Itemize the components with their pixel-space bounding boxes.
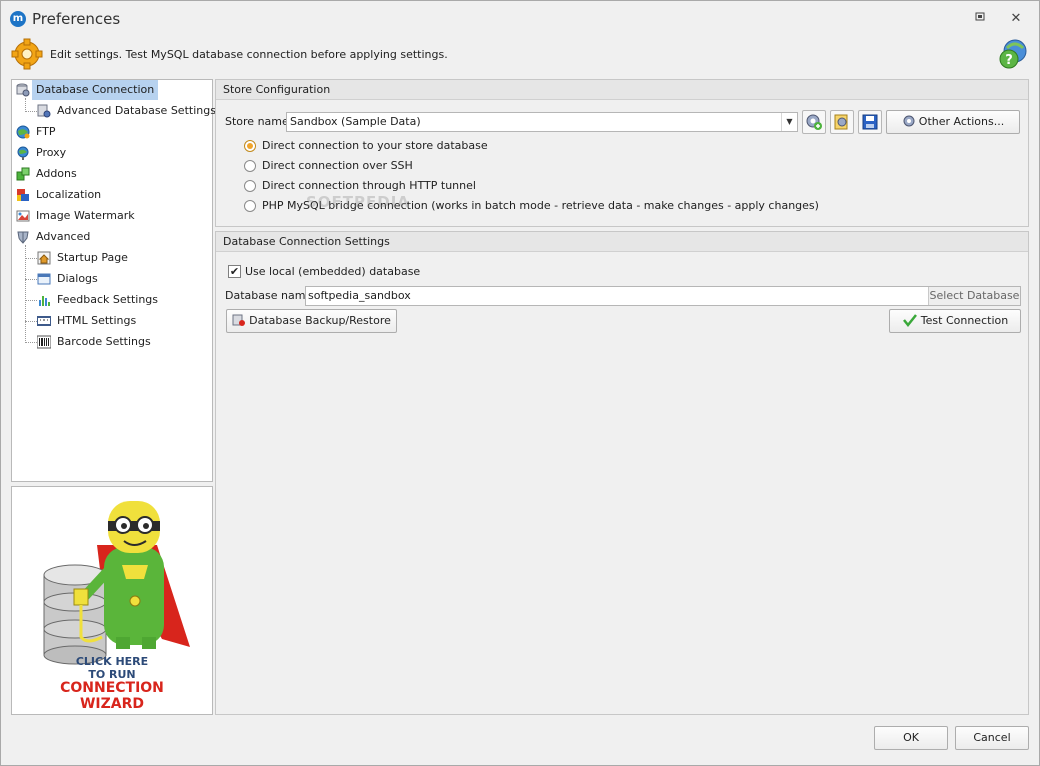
cancel-button[interactable]: Cancel xyxy=(955,726,1029,750)
wizard-text-line4: WIZARD xyxy=(79,696,145,712)
dialog-window-icon xyxy=(37,273,51,285)
help-icon[interactable]: ? xyxy=(997,38,1029,70)
sidebar-item-label: Image Watermark xyxy=(36,209,135,222)
tree-guide xyxy=(25,279,37,280)
sidebar-item-label: Proxy xyxy=(36,146,67,159)
save-store-button[interactable] xyxy=(858,110,882,134)
html-icon xyxy=(37,316,51,326)
radio-direct-ssh[interactable] xyxy=(244,160,256,172)
db-name-input[interactable]: softpedia_sandbox Select Database xyxy=(305,286,1021,306)
shield-icon xyxy=(17,231,29,244)
save-icon xyxy=(862,114,878,130)
ok-button[interactable]: OK xyxy=(874,726,948,750)
database-gear-icon xyxy=(16,83,30,97)
store-configuration-title: Store Configuration xyxy=(216,80,1028,100)
sidebar-item-label: Barcode Settings xyxy=(57,335,151,348)
tree-guide xyxy=(25,111,37,112)
app-logo-icon: m xyxy=(10,11,26,27)
select-database-button[interactable]: Select Database xyxy=(928,287,1020,305)
home-icon xyxy=(37,251,51,265)
add-gear-icon xyxy=(806,114,822,130)
connection-wizard-banner[interactable]: CLICK HERE TO RUN CONNECTION WIZARD xyxy=(11,486,213,715)
tree-guide xyxy=(25,300,37,301)
sidebar-item-label: Database Connection xyxy=(32,80,159,100)
globe-icon xyxy=(16,125,30,139)
chevron-down-icon[interactable]: ▼ xyxy=(781,113,797,131)
restore-icon xyxy=(975,12,984,21)
bar-chart-icon xyxy=(39,296,50,306)
sidebar-item-label: Localization xyxy=(36,188,102,201)
tree-guide xyxy=(25,245,26,343)
option-direct-ssh-label: Direct connection over SSH xyxy=(262,159,413,172)
edit-store-button[interactable] xyxy=(830,110,854,134)
tree-guide xyxy=(25,98,26,112)
softpedia-watermark: SOFTPEDIA xyxy=(306,193,410,211)
sidebar-item-label: HTML Settings xyxy=(57,314,137,327)
database-backup-restore-button[interactable]: Database Backup/Restore xyxy=(226,309,397,333)
database-settings-icon xyxy=(37,104,51,118)
sidebar-item-label: Advanced xyxy=(36,230,91,243)
database-settings-title: Database Connection Settings xyxy=(216,232,1028,252)
backup-button-label: Database Backup/Restore xyxy=(249,314,391,327)
settings-gear-icon xyxy=(11,38,43,70)
puzzle-icon xyxy=(16,167,30,181)
test-connection-button[interactable]: Test Connection xyxy=(889,309,1021,333)
sidebar-item-label: Addons xyxy=(36,167,77,180)
other-actions-label: Other Actions... xyxy=(918,115,1005,128)
restore-button[interactable] xyxy=(969,9,991,29)
add-store-button[interactable] xyxy=(802,110,826,134)
sidebar-item-label: Dialogs xyxy=(57,272,98,285)
wizard-text-line1: CLICK HERE xyxy=(75,655,149,668)
store-name-value: Sandbox (Sample Data) xyxy=(290,115,421,128)
sidebar-item-label: Feedback Settings xyxy=(57,293,158,306)
localization-flag-icon xyxy=(17,189,29,201)
db-name-label: Database name xyxy=(225,289,313,302)
tree-guide xyxy=(25,342,37,343)
sidebar-item-label: Startup Page xyxy=(57,251,128,264)
preferences-window: m Preferences ✕ Edit settings. Test MySQ… xyxy=(0,0,1040,766)
database-connection-settings-group: Database Connection Settings ✔ Use local… xyxy=(215,231,1029,715)
settings-tree: Database Connection Advanced Database Se… xyxy=(11,79,216,482)
sidebar-item-label: Advanced Database Settings xyxy=(57,104,216,117)
gear-icon xyxy=(903,115,915,127)
window-title: Preferences xyxy=(32,10,121,28)
checkmark-icon xyxy=(902,314,917,328)
db-name-value: softpedia_sandbox xyxy=(308,289,411,302)
image-icon xyxy=(16,210,30,222)
use-local-db-checkbox[interactable]: ✔ xyxy=(228,265,241,278)
test-connection-label: Test Connection xyxy=(920,314,1009,327)
use-local-db-label: Use local (embedded) database xyxy=(245,265,421,278)
title-bar: m Preferences ✕ xyxy=(1,1,1039,37)
radio-php-bridge[interactable] xyxy=(244,200,256,212)
close-button[interactable]: ✕ xyxy=(1005,9,1027,29)
radio-direct-connection[interactable] xyxy=(244,140,256,152)
option-direct-connection-label: Direct connection to your store database xyxy=(262,139,488,152)
sidebar-item-label: FTP xyxy=(36,125,56,138)
database-backup-icon xyxy=(232,314,246,326)
radio-http-tunnel[interactable] xyxy=(244,180,256,192)
svg-text:?: ? xyxy=(1005,53,1013,68)
proxy-globe-icon xyxy=(17,146,29,160)
edit-store-icon xyxy=(834,114,848,130)
store-name-label: Store name xyxy=(225,115,289,128)
barcode-icon xyxy=(37,335,51,349)
tree-guide xyxy=(25,321,37,322)
header-text: Edit settings. Test MySQL database conne… xyxy=(50,48,448,61)
tree-guide xyxy=(25,258,37,259)
option-http-tunnel-label: Direct connection through HTTP tunnel xyxy=(262,179,476,192)
other-actions-button[interactable]: Other Actions... xyxy=(886,110,1020,134)
wizard-text-line3: CONNECTION xyxy=(60,680,164,696)
store-name-combo[interactable]: Sandbox (Sample Data) ▼ xyxy=(286,112,798,132)
header-strip: Edit settings. Test MySQL database conne… xyxy=(11,38,1029,72)
